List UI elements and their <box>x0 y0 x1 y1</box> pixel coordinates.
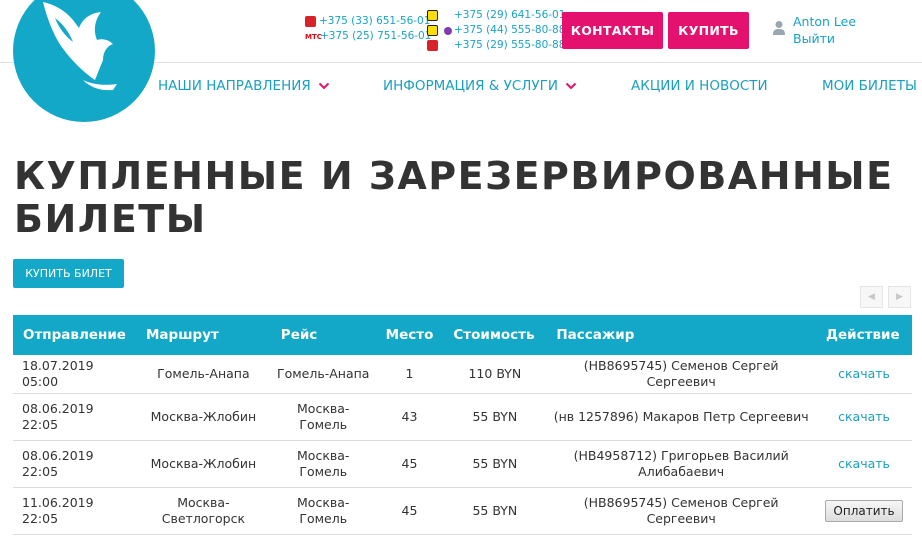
phone-row: +375 (29) 641-56-01 <box>427 8 565 23</box>
cell-passenger: (НВ8695745) Семенов Сергей Сергеевич <box>546 487 816 535</box>
table-row: 11.06.2019 22:05 Москва-Светлогорск Моск… <box>13 487 912 535</box>
column-header-trip[interactable]: Рейс <box>270 315 376 355</box>
download-link[interactable]: скачать <box>838 366 890 381</box>
cell-trip: Гомель-Анапа <box>270 355 376 394</box>
chevron-down-icon <box>318 82 329 90</box>
cell-seat: 45 <box>375 440 444 488</box>
phones-left: +375 (33) 651-56-01 МТС +375 (25) 751-56… <box>305 14 431 44</box>
table-row: 08.06.2019 22:05 Москва-Жлобин Москва-Го… <box>13 440 912 488</box>
phone-number[interactable]: +375 (33) 651-56-01 <box>319 14 430 29</box>
logout-link[interactable]: Выйти <box>793 30 856 47</box>
site-header: +375 (33) 651-56-01 МТС +375 (25) 751-56… <box>0 0 922 122</box>
cell-action: скачать <box>816 393 912 441</box>
column-header-route[interactable]: Маршрут <box>135 315 271 355</box>
phone-row: МТС +375 (25) 751-56-01 <box>305 29 431 44</box>
phone-row: +375 (33) 651-56-01 <box>305 14 431 29</box>
cell-passenger: (нв 1257896) Макаров Петр Сергеевич <box>546 393 816 441</box>
cell-route: Москва-Светлогорск <box>135 487 271 535</box>
cell-departure: 08.06.2019 22:05 <box>13 393 136 441</box>
cell-route: Гомель-Анапа <box>135 355 271 394</box>
chevron-left-icon: ◀ <box>868 292 875 302</box>
cell-passenger: (НВ4958712) Григорьев Василий Алибабаеви… <box>546 440 816 488</box>
logo[interactable] <box>13 0 155 122</box>
column-header-departure[interactable]: Отправление <box>13 315 136 355</box>
cell-price: 55 BYN <box>443 440 547 488</box>
cell-seat: 43 <box>375 393 444 441</box>
cell-route: Москва-Жлобин <box>135 440 271 488</box>
phones-right: +375 (29) 641-56-01 +375 (44) 555-80-88 … <box>427 8 565 53</box>
cell-action: Оплатить <box>816 487 912 535</box>
nav-label: ИНФОРМАЦИЯ & УСЛУГИ <box>383 78 558 94</box>
user-icon <box>773 21 785 35</box>
cell-seat: 45 <box>375 487 444 535</box>
cell-action: скачать <box>816 355 912 394</box>
page-title: КУПЛЕННЫЕ И ЗАРЕЗЕРВИРОВАННЫЕ БИЛЕТЫ <box>14 155 894 241</box>
chevron-right-icon: ▶ <box>896 292 903 302</box>
user-name[interactable]: Anton Lee <box>793 13 856 30</box>
nav-label: АКЦИИ И НОВОСТИ <box>631 78 768 94</box>
column-header-passenger[interactable]: Пассажир <box>546 315 816 355</box>
sail-logo-icon <box>43 2 117 91</box>
phone-number[interactable]: +375 (44) 555-80-88 <box>454 23 565 38</box>
life-operator-icon <box>427 10 438 21</box>
download-link[interactable]: скачать <box>838 456 890 471</box>
phone-number[interactable]: +375 (29) 641-56-01 <box>454 8 565 23</box>
life-operator-icon <box>427 25 438 36</box>
table-row: 18.07.2019 05:00 Гомель-Анапа Гомель-Ана… <box>13 355 912 394</box>
viber-icon <box>444 26 452 35</box>
next-page-button[interactable]: ▶ <box>888 286 911 308</box>
phone-number[interactable]: +375 (29) 555-80-88 <box>454 38 565 53</box>
nav-item-promotions[interactable]: АКЦИИ И НОВОСТИ <box>631 76 768 96</box>
nav-item-info-services[interactable]: ИНФОРМАЦИЯ & УСЛУГИ <box>383 76 577 96</box>
a1-operator-icon <box>305 16 316 27</box>
nav-label: НАШИ НАПРАВЛЕНИЯ <box>158 78 311 94</box>
phone-row: +375 (29) 555-80-88 <box>427 38 565 53</box>
user-menu: Anton Lee Выйти <box>773 13 856 47</box>
cell-departure: 11.06.2019 22:05 <box>13 487 136 535</box>
cell-trip: Москва-Гомель <box>270 440 376 488</box>
column-header-price[interactable]: Стоимость <box>443 315 547 355</box>
cell-route: Москва-Жлобин <box>135 393 271 441</box>
cell-action: скачать <box>816 440 912 488</box>
phone-row: +375 (44) 555-80-88 <box>427 23 565 38</box>
cell-price: 55 BYN <box>443 393 547 441</box>
download-link[interactable]: скачать <box>838 409 890 424</box>
cell-price: 110 BYN <box>443 355 547 394</box>
prev-page-button[interactable]: ◀ <box>860 286 883 308</box>
cell-departure: 18.07.2019 05:00 <box>13 355 136 394</box>
page-title-line2: БИЛЕТЫ <box>14 197 207 241</box>
column-header-seat[interactable]: Место <box>375 315 444 355</box>
nav-item-my-tickets[interactable]: МОИ БИЛЕТЫ <box>822 76 917 96</box>
buy-ticket-button[interactable]: КУПИТЬ БИЛЕТ <box>13 259 124 288</box>
nav-label: МОИ БИЛЕТЫ <box>822 78 917 94</box>
cell-seat: 1 <box>375 355 444 394</box>
buy-button[interactable]: КУПИТЬ <box>668 12 749 49</box>
table-row: 08.06.2019 22:05 Москва-Жлобин Москва-Го… <box>13 393 912 441</box>
cell-departure: 08.06.2019 22:05 <box>13 440 136 488</box>
nav-item-directions[interactable]: НАШИ НАПРАВЛЕНИЯ <box>158 76 330 96</box>
phone-number[interactable]: +375 (25) 751-56-01 <box>320 29 431 44</box>
tickets-table: Отправление Маршрут Рейс Место Стоимость… <box>13 315 912 535</box>
page-title-line1: КУПЛЕННЫЕ И ЗАРЕЗЕРВИРОВАННЫЕ <box>14 154 894 198</box>
a1-operator-icon <box>427 40 438 51</box>
pay-button[interactable]: Оплатить <box>825 500 903 522</box>
mts-operator-icon: МТС <box>305 32 322 41</box>
cell-price: 55 BYN <box>443 487 547 535</box>
cell-trip: Москва-Гомель <box>270 393 376 441</box>
column-header-action[interactable]: Действие <box>816 315 912 355</box>
contacts-button[interactable]: КОНТАКТЫ <box>562 12 663 49</box>
table-header-row: Отправление Маршрут Рейс Место Стоимость… <box>13 315 912 355</box>
cell-passenger: (НВ8695745) Семенов Сергей Сергеевич <box>546 355 816 394</box>
chevron-down-icon <box>565 82 577 90</box>
cell-trip: Москва-Гомель <box>270 487 376 535</box>
